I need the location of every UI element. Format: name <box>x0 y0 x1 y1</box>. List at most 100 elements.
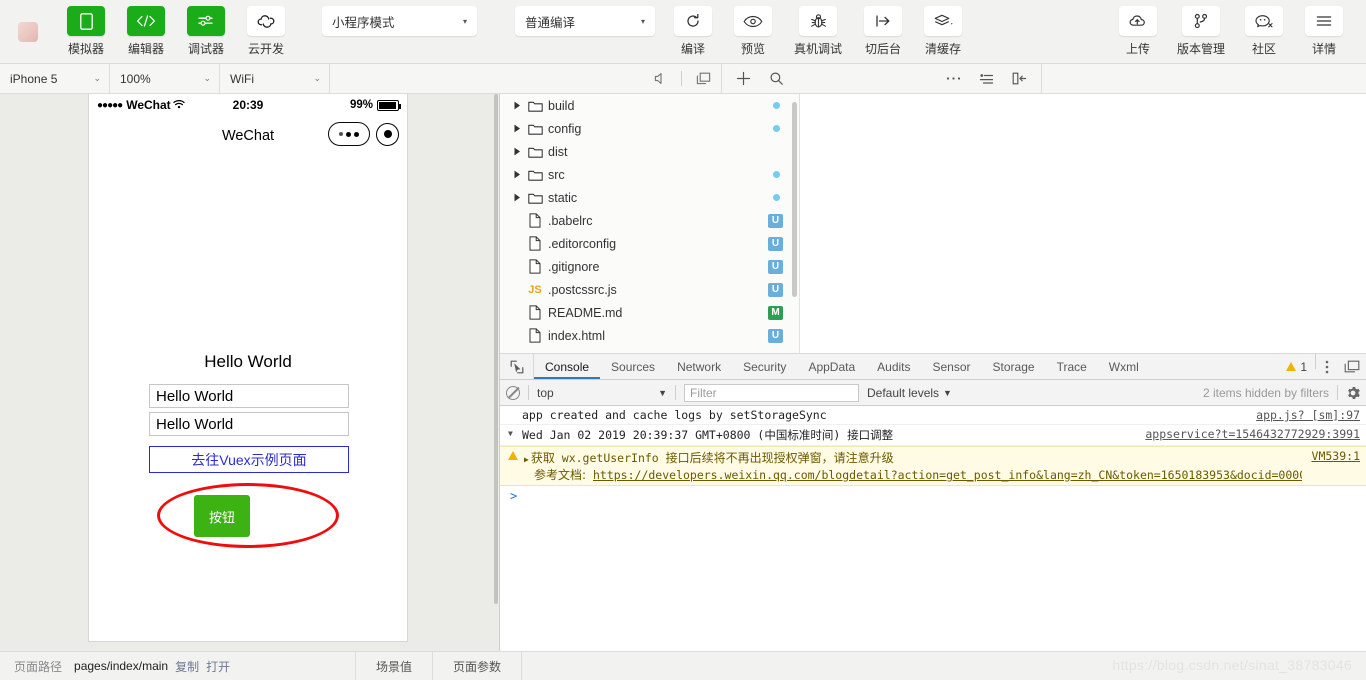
warning-line1-prefix: 获取 <box>530 451 555 465</box>
gear-icon[interactable] <box>1346 386 1360 400</box>
scene-value-button[interactable]: 场景值 <box>354 651 432 680</box>
devtools-tabbar: Console Sources Network Security AppData Audi… <box>500 354 1366 380</box>
console-levels-select[interactable]: Default levels ▼ <box>867 386 952 400</box>
file-explorer-row: build config dist src static .babelrc U .editor… <box>500 94 1366 354</box>
mode-select[interactable]: 小程序模式 ▾ <box>322 6 477 36</box>
copy-path-button[interactable]: 复制 <box>168 658 199 675</box>
console-group-row[interactable]: ▼ Wed Jan 02 2019 20:39:37 GMT+0800 (中国标… <box>500 425 1366 446</box>
git-status-badge: U <box>768 213 783 228</box>
devtools-tab-security[interactable]: Security <box>732 354 797 379</box>
file-tree-row[interactable]: dist <box>500 140 799 163</box>
expand-triangle-icon[interactable]: ▼ <box>508 429 513 438</box>
page-params-button[interactable]: 页面参数 <box>431 651 521 680</box>
toolbar-item-compile[interactable]: 编译 <box>667 6 719 57</box>
console-output[interactable]: app created and cache logs by setStorage… <box>500 406 1366 651</box>
console-filter-input[interactable]: Filter <box>684 383 859 402</box>
devtools-tab-sensor[interactable]: Sensor <box>922 354 982 379</box>
simulator-bar-filler <box>330 64 722 93</box>
console-input-prompt[interactable]: > <box>500 486 1366 506</box>
green-action-button[interactable]: 按钮 <box>194 495 250 537</box>
devtools-tab-wxml[interactable]: Wxml <box>1098 354 1150 379</box>
text-input-1[interactable]: Hello World <box>149 384 349 408</box>
console-warning-text: ▶ 获取 wx.getUserInfo 接口后续将不再出现授权弹窗，请注意升级 参… <box>524 449 1302 483</box>
page-path-value: pages/index/main <box>74 659 169 673</box>
devtools-tab-trace[interactable]: Trace <box>1046 354 1098 379</box>
file-tree-row[interactable]: build <box>500 94 799 117</box>
expand-triangle-icon[interactable] <box>510 147 524 156</box>
toolbar-item-debugger[interactable]: 调试器 <box>180 6 232 57</box>
console-source-link[interactable]: app.js? [sm]:97 <box>1246 408 1360 422</box>
expand-triangle-icon[interactable] <box>510 193 524 202</box>
toolbar-item-version-control[interactable]: 版本管理 <box>1172 6 1230 57</box>
file-tree-row[interactable]: src <box>500 163 799 186</box>
devtools-tab-storage[interactable]: Storage <box>982 354 1046 379</box>
phone-status-bar: ●●●●● WeChat 20:39 99% <box>89 94 407 116</box>
device-select[interactable]: iPhone 5 ⌄ <box>0 64 110 93</box>
file-tree-row[interactable]: static <box>500 186 799 209</box>
console-context-select[interactable]: top ▼ <box>537 386 667 400</box>
devtools-tab-console[interactable]: Console <box>534 354 600 379</box>
target-icon[interactable] <box>376 122 399 146</box>
expand-triangle-icon[interactable] <box>510 101 524 110</box>
speaker-icon[interactable] <box>654 72 667 85</box>
file-tree-row[interactable]: .gitignore U <box>500 255 799 278</box>
warning-line1-suffix: 接口后续将不再出现授权弹窗，请注意升级 <box>665 451 894 465</box>
clear-console-icon[interactable] <box>506 385 520 400</box>
capsule-menu-button[interactable] <box>328 122 370 146</box>
file-tree-row[interactable]: index.html U <box>500 324 799 347</box>
devtools-tab-appdata[interactable]: AppData <box>797 354 866 379</box>
screenshot-icon[interactable] <box>696 72 711 85</box>
file-tree-row[interactable]: JS .postcssrc.js U <box>500 278 799 301</box>
plus-icon[interactable] <box>736 71 751 86</box>
filter-list-icon[interactable] <box>979 73 994 85</box>
vuex-demo-link-button[interactable]: 去往Vuex示例页面 <box>149 446 349 473</box>
toolbar-item-simulator[interactable]: 模拟器 <box>60 6 112 57</box>
wifi-icon <box>173 99 185 112</box>
compile-select[interactable]: 普通编译 ▾ <box>515 6 655 36</box>
expand-triangle-icon[interactable]: ▶ <box>524 455 531 464</box>
simulator-settings-bar: iPhone 5 ⌄ 100% ⌄ WiFi ⌄ <box>0 64 1366 94</box>
devtools-tab-audits[interactable]: Audits <box>866 354 921 379</box>
toolbar-item-community[interactable]: 社区 <box>1238 6 1290 57</box>
warning-count-badge[interactable]: 1 <box>1278 354 1315 379</box>
expand-triangle-icon[interactable] <box>510 124 524 133</box>
console-warning-row[interactable]: ▶ 获取 wx.getUserInfo 接口后续将不再出现授权弹窗，请注意升级 参… <box>500 446 1366 486</box>
console-log-row[interactable]: app created and cache logs by setStorage… <box>500 406 1366 425</box>
devtools-tab-sources[interactable]: Sources <box>600 354 666 379</box>
devtools-tab-network[interactable]: Network <box>666 354 732 379</box>
zoom-select[interactable]: 100% ⌄ <box>110 64 220 93</box>
toolbar-item-cloud-dev[interactable]: 云开发 <box>240 6 292 57</box>
file-tree-scrollbar[interactable] <box>792 102 797 297</box>
warning-doc-link[interactable]: https://developers.weixin.qq.com/blogdet… <box>593 468 1302 482</box>
toolbar-item-clear-cache[interactable]: 清缓存 <box>917 6 969 57</box>
toolbar-item-preview[interactable]: 预览 <box>727 6 779 57</box>
more-horizontal-icon[interactable] <box>946 76 961 81</box>
file-tree-row[interactable]: .babelrc U <box>500 209 799 232</box>
toolbar-item-background[interactable]: 切后台 <box>857 6 909 57</box>
toolbar-item-real-device-debug[interactable]: 真机调试 <box>787 6 849 57</box>
open-path-button[interactable]: 打开 <box>199 658 230 675</box>
collapse-panel-icon[interactable] <box>1012 72 1027 85</box>
console-context-value: top <box>537 385 554 400</box>
file-icon <box>524 213 546 228</box>
file-tree-row[interactable]: README.md M <box>500 301 799 324</box>
dock-position-icon[interactable] <box>1338 354 1366 379</box>
toolbar-item-editor[interactable]: 编辑器 <box>120 6 172 57</box>
simulator-scrollbar[interactable] <box>493 94 499 651</box>
file-tree-row[interactable]: config <box>500 117 799 140</box>
inspect-element-icon[interactable] <box>500 354 534 379</box>
network-select[interactable]: WiFi ⌄ <box>220 64 330 93</box>
file-tree-label: .editorconfig <box>548 236 617 251</box>
toolbar-item-details[interactable]: 详情 <box>1298 6 1350 57</box>
toolbar-label: 模拟器 <box>67 42 104 56</box>
console-source-link[interactable]: VM539:1 <box>1302 449 1360 463</box>
expand-triangle-icon[interactable] <box>510 170 524 179</box>
text-input-2[interactable]: Hello World <box>149 412 349 436</box>
more-vertical-icon[interactable] <box>1316 354 1338 379</box>
toolbar-item-upload[interactable]: 上传 <box>1112 6 1164 57</box>
console-source-link[interactable]: appservice?t=1546432772929:3991 <box>1135 427 1360 441</box>
search-icon[interactable] <box>769 71 784 86</box>
file-tree-row[interactable]: .editorconfig U <box>500 232 799 255</box>
toolbar-label: 预览 <box>740 42 765 56</box>
app-logo-icon <box>18 22 38 42</box>
